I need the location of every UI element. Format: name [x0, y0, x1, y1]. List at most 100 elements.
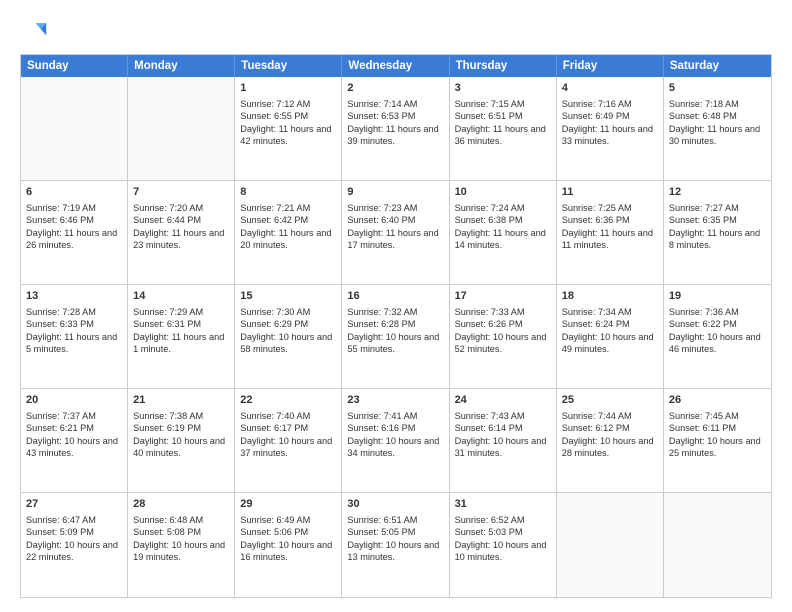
day-number: 19 — [669, 289, 766, 304]
calendar-cell-25: 25 Sunrise: 7:44 AMSunset: 6:12 PMDayligh… — [557, 389, 664, 492]
day-info: Sunset: 6:36 PM — [562, 214, 658, 226]
day-number: 17 — [455, 289, 551, 304]
day-number: 15 — [240, 289, 336, 304]
calendar-cell-3: 3Sunrise: 7:15 AMSunset: 6:51 PMDaylight… — [450, 77, 557, 180]
day-info: Daylight: 10 hours and 34 minutes. — [347, 435, 443, 460]
day-info: Sunrise: 7:16 AM — [562, 98, 658, 110]
day-info: Sunset: 6:51 PM — [455, 110, 551, 122]
calendar-row-2: 6Sunrise: 7:19 AMSunset: 6:46 PMDaylight… — [21, 181, 771, 285]
logo — [20, 18, 52, 46]
day-number: 16 — [347, 289, 443, 304]
day-info: Sunrise: 7:38 AM — [133, 410, 229, 422]
calendar-row-4: 20Sunrise: 7:37 AMSunset: 6:21 PMDayligh… — [21, 389, 771, 493]
day-info: Sunset: 6:35 PM — [669, 214, 766, 226]
day-info: Sunset: 6:40 PM — [347, 214, 443, 226]
calendar-cell-16: 16 Sunrise: 7:32 AMSunset: 6:28 PMDayligh… — [342, 285, 449, 388]
day-info: Daylight: 11 hours and 33 minutes. — [562, 123, 658, 148]
day-info: Sunset: 6:38 PM — [455, 214, 551, 226]
day-info: Sunset: 6:19 PM — [133, 422, 229, 434]
day-info: Daylight: 11 hours and 30 minutes. — [669, 123, 766, 148]
calendar-row-3: 13Sunrise: 7:28 AMSunset: 6:33 PMDayligh… — [21, 285, 771, 389]
day-info: Sunrise: 7:12 AM — [240, 98, 336, 110]
day-info: Daylight: 11 hours and 42 minutes. — [240, 123, 336, 148]
day-number: 6 — [26, 185, 122, 200]
day-info: Daylight: 10 hours and 43 minutes. — [26, 435, 122, 460]
day-info: Daylight: 10 hours and 46 minutes. — [669, 331, 766, 356]
day-info: Sunrise: 6:52 AM — [455, 514, 551, 526]
day-info: Sunset: 6:44 PM — [133, 214, 229, 226]
header-day-thursday: Thursday — [450, 55, 557, 77]
day-info: Sunset: 6:14 PM — [455, 422, 551, 434]
day-info: Sunrise: 7:32 AM — [347, 306, 443, 318]
calendar-cell-8: 8 Sunrise: 7:21 AMSunset: 6:42 PMDaylight… — [235, 181, 342, 284]
day-info: Sunset: 6:53 PM — [347, 110, 443, 122]
day-number: 26 — [669, 393, 766, 408]
day-info: Sunrise: 7:14 AM — [347, 98, 443, 110]
day-info: Sunrise: 7:15 AM — [455, 98, 551, 110]
day-info: Sunrise: 7:33 AM — [455, 306, 551, 318]
day-info: Sunrise: 7:43 AM — [455, 410, 551, 422]
day-info: Daylight: 11 hours and 5 minutes. — [26, 331, 122, 356]
day-info: Sunrise: 7:37 AM — [26, 410, 122, 422]
day-info: Sunset: 5:08 PM — [133, 526, 229, 538]
calendar-cell-9: 9Sunrise: 7:23 AMSunset: 6:40 PMDaylight… — [342, 181, 449, 284]
day-info: Sunset: 6:31 PM — [133, 318, 229, 330]
day-info: Sunrise: 7:44 AM — [562, 410, 658, 422]
day-number: 24 — [455, 393, 551, 408]
calendar-cell-empty-0-1 — [128, 77, 235, 180]
day-number: 18 — [562, 289, 658, 304]
day-number: 30 — [347, 497, 443, 512]
day-info: Sunrise: 7:29 AM — [133, 306, 229, 318]
calendar-cell-2: 2Sunrise: 7:14 AMSunset: 6:53 PMDaylight… — [342, 77, 449, 180]
day-info: Sunset: 5:09 PM — [26, 526, 122, 538]
day-info: Daylight: 10 hours and 28 minutes. — [562, 435, 658, 460]
calendar-cell-21: 21Sunrise: 7:38 AMSunset: 6:19 PMDayligh… — [128, 389, 235, 492]
calendar-cell-4: 4Sunrise: 7:16 AMSunset: 6:49 PMDaylight… — [557, 77, 664, 180]
day-info: Sunrise: 7:36 AM — [669, 306, 766, 318]
day-number: 8 — [240, 185, 336, 200]
day-info: Sunset: 6:29 PM — [240, 318, 336, 330]
day-info: Sunrise: 7:23 AM — [347, 202, 443, 214]
calendar-cell-20: 20Sunrise: 7:37 AMSunset: 6:21 PMDayligh… — [21, 389, 128, 492]
day-info: Sunrise: 6:51 AM — [347, 514, 443, 526]
day-info: Sunrise: 7:19 AM — [26, 202, 122, 214]
day-info: Sunset: 6:26 PM — [455, 318, 551, 330]
calendar-cell-23: 23Sunrise: 7:41 AMSunset: 6:16 PMDayligh… — [342, 389, 449, 492]
calendar-header: SundayMondayTuesdayWednesdayThursdayFrid… — [21, 55, 771, 77]
day-number: 10 — [455, 185, 551, 200]
page-header — [20, 18, 772, 46]
day-number: 13 — [26, 289, 122, 304]
calendar-cell-14: 14Sunrise: 7:29 AMSunset: 6:31 PMDayligh… — [128, 285, 235, 388]
calendar-cell-30: 30Sunrise: 6:51 AMSunset: 5:05 PMDayligh… — [342, 493, 449, 597]
day-info: Sunset: 6:24 PM — [562, 318, 658, 330]
day-info: Sunrise: 7:27 AM — [669, 202, 766, 214]
day-number: 28 — [133, 497, 229, 512]
day-info: Daylight: 10 hours and 19 minutes. — [133, 539, 229, 564]
day-info: Sunset: 6:28 PM — [347, 318, 443, 330]
day-number: 25 — [562, 393, 658, 408]
day-info: Sunrise: 7:28 AM — [26, 306, 122, 318]
calendar-cell-10: 10Sunrise: 7:24 AMSunset: 6:38 PMDayligh… — [450, 181, 557, 284]
day-info: Daylight: 10 hours and 58 minutes. — [240, 331, 336, 356]
day-number: 31 — [455, 497, 551, 512]
day-number: 4 — [562, 81, 658, 96]
header-day-friday: Friday — [557, 55, 664, 77]
day-info: Sunrise: 7:24 AM — [455, 202, 551, 214]
day-info: Sunset: 6:22 PM — [669, 318, 766, 330]
day-number: 20 — [26, 393, 122, 408]
day-info: Daylight: 10 hours and 55 minutes. — [347, 331, 443, 356]
day-info: Daylight: 10 hours and 13 minutes. — [347, 539, 443, 564]
day-info: Sunset: 6:42 PM — [240, 214, 336, 226]
header-day-wednesday: Wednesday — [342, 55, 449, 77]
day-number: 1 — [240, 81, 336, 96]
day-info: Sunset: 6:12 PM — [562, 422, 658, 434]
day-info: Sunrise: 6:48 AM — [133, 514, 229, 526]
day-info: Sunrise: 6:47 AM — [26, 514, 122, 526]
day-info: Daylight: 11 hours and 20 minutes. — [240, 227, 336, 252]
day-info: Daylight: 11 hours and 8 minutes. — [669, 227, 766, 252]
day-info: Daylight: 10 hours and 40 minutes. — [133, 435, 229, 460]
header-day-saturday: Saturday — [664, 55, 771, 77]
day-info: Sunrise: 7:21 AM — [240, 202, 336, 214]
day-info: Daylight: 11 hours and 1 minute. — [133, 331, 229, 356]
day-number: 3 — [455, 81, 551, 96]
